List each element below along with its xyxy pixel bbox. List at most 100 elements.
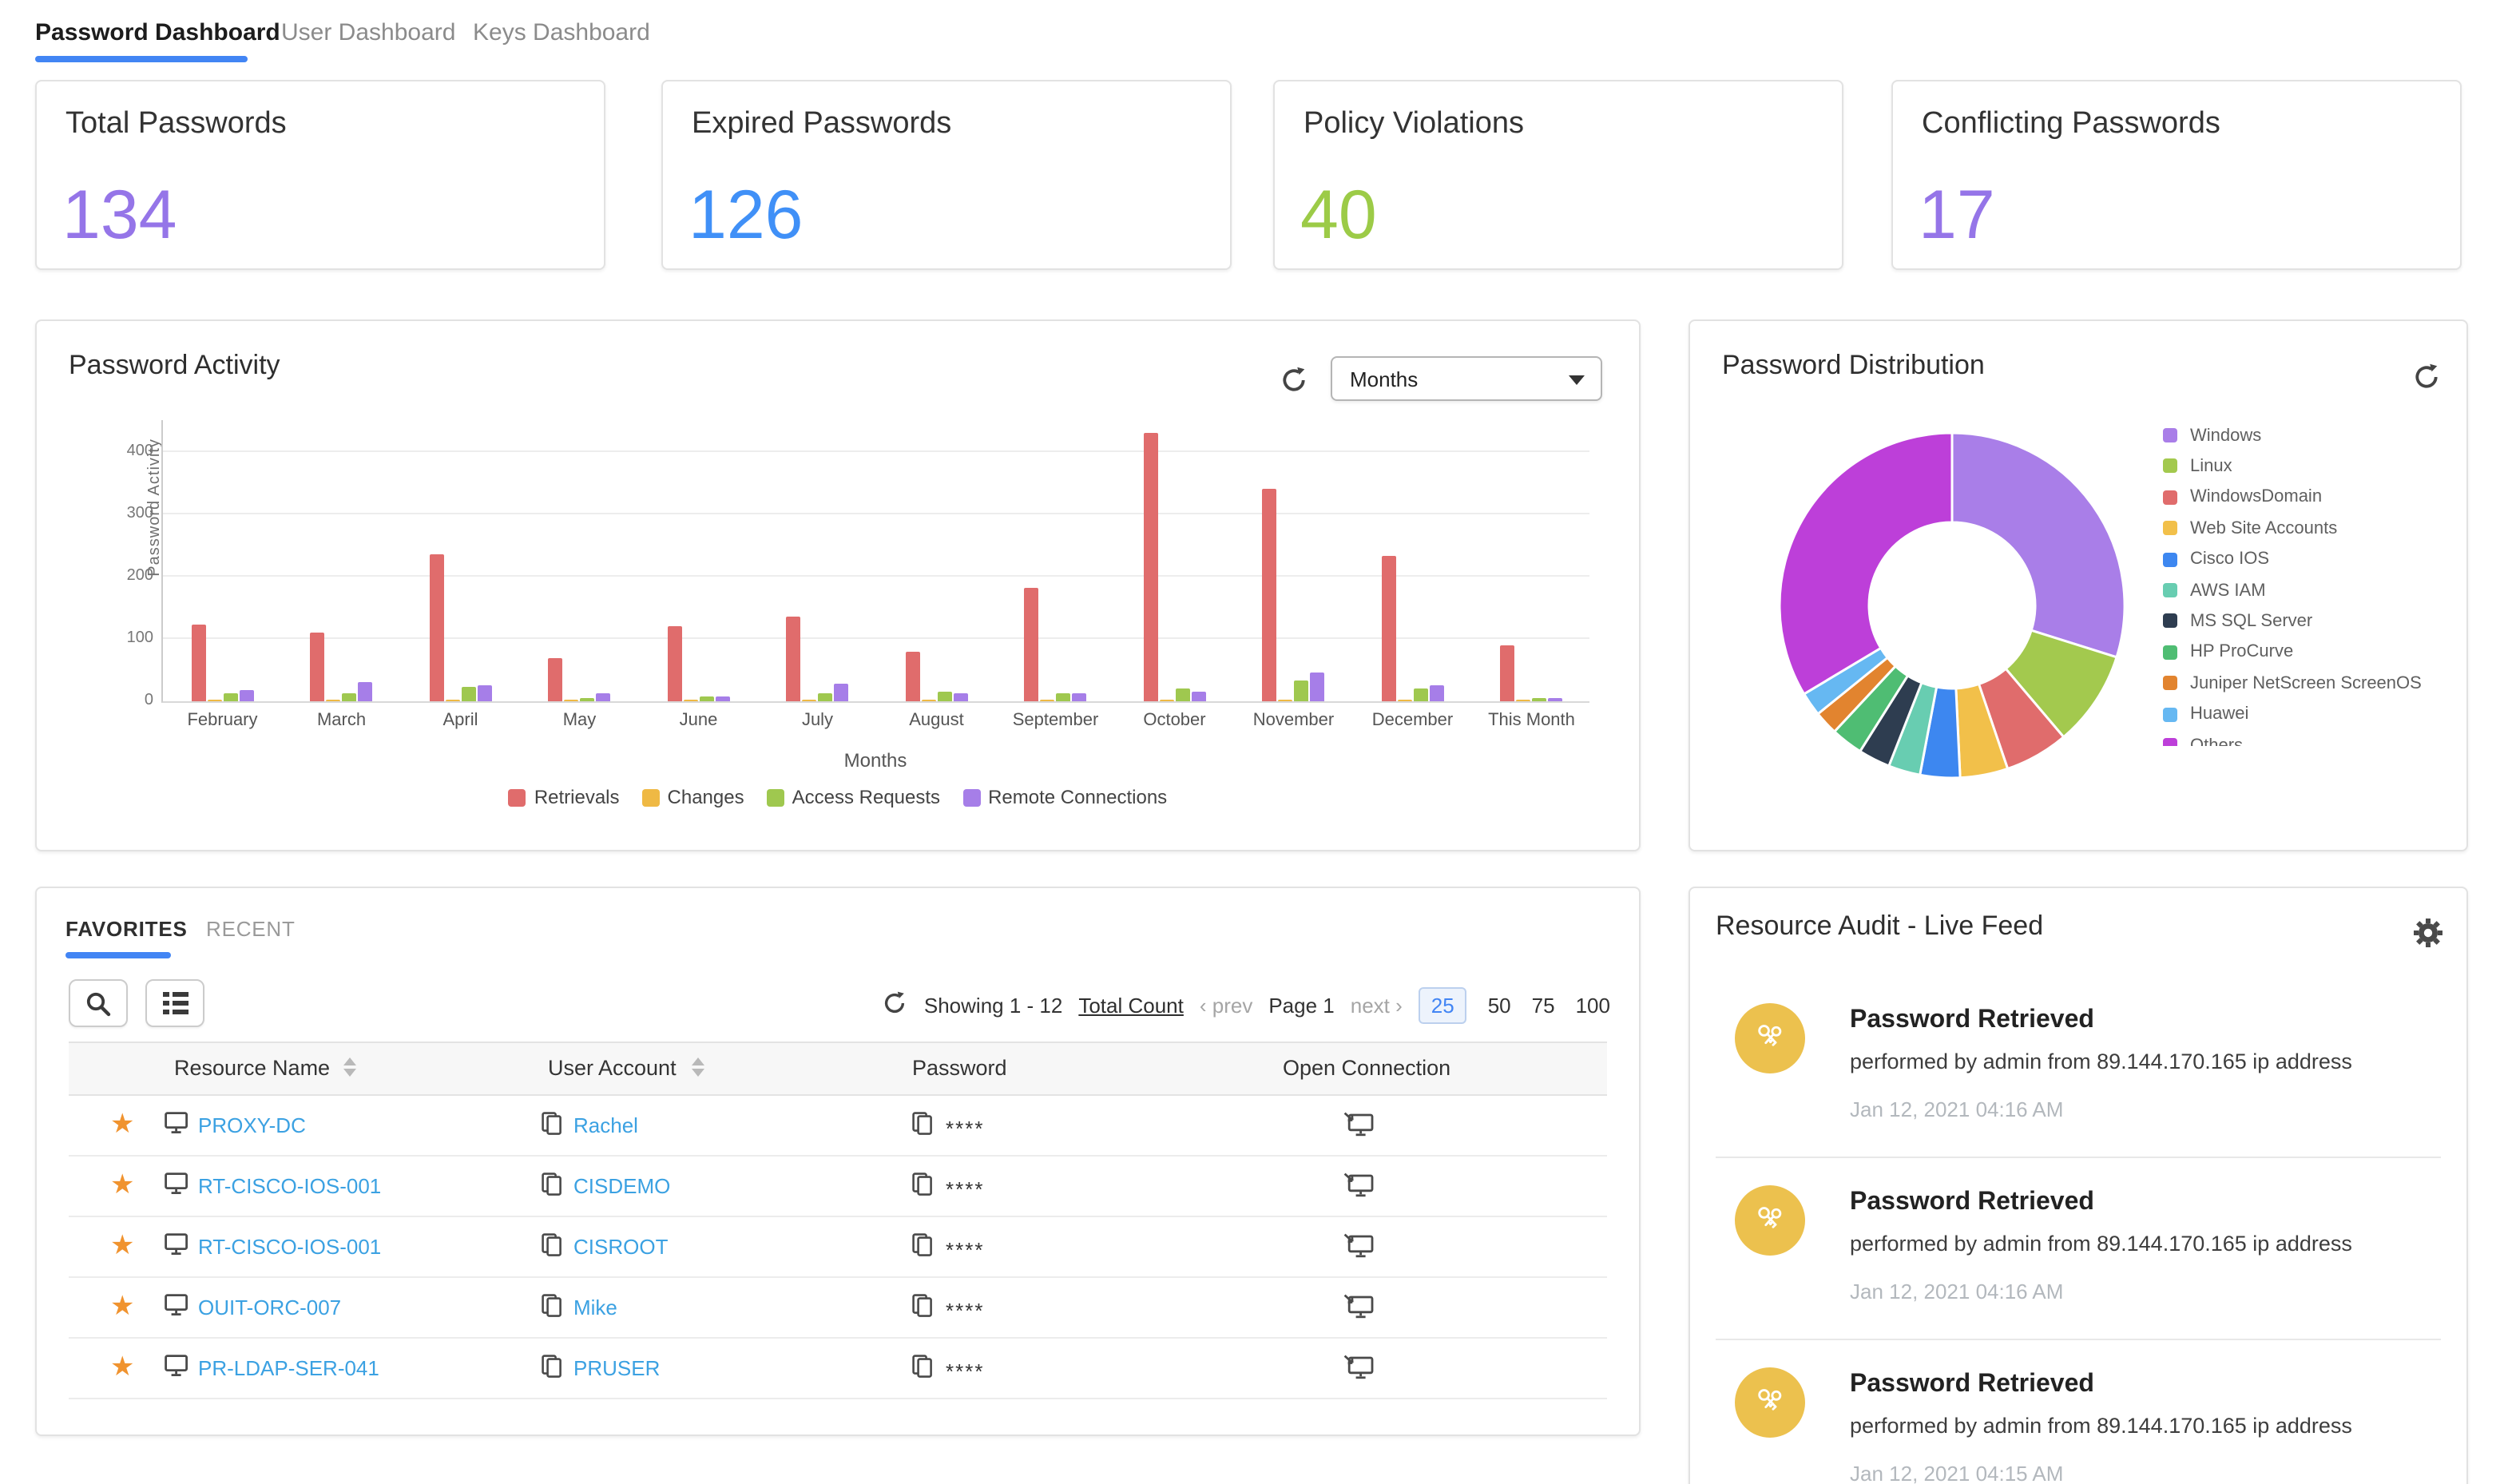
bar-retrievals[interactable] bbox=[786, 617, 801, 701]
page-size-75[interactable]: 75 bbox=[1532, 994, 1555, 1018]
bar-changes[interactable] bbox=[1278, 700, 1293, 701]
bar-retrievals[interactable] bbox=[1262, 489, 1277, 701]
copy-document-icon[interactable] bbox=[912, 1294, 933, 1326]
user-account-link[interactable]: CISROOT bbox=[573, 1235, 668, 1259]
distribution-legend-item-aws-iam[interactable]: AWS IAM bbox=[2163, 575, 2266, 605]
fav-tab-favorites[interactable]: FAVORITES bbox=[65, 917, 188, 941]
distribution-legend-item-cisco-ios[interactable]: Cisco IOS bbox=[2163, 544, 2269, 574]
sort-icon[interactable] bbox=[343, 1057, 356, 1077]
bar-access-requests[interactable] bbox=[223, 692, 238, 701]
bar-retrievals[interactable] bbox=[429, 554, 444, 701]
next-button[interactable]: next › bbox=[1351, 994, 1403, 1018]
donut-slice-windows[interactable] bbox=[1950, 431, 2126, 659]
distribution-legend-item-hp-procurve[interactable]: HP ProCurve bbox=[2163, 637, 2293, 668]
bar-remote-connections[interactable] bbox=[1548, 698, 1563, 701]
legend-item-remote-connections[interactable]: Remote Connections bbox=[962, 786, 1167, 808]
prev-button[interactable]: ‹ prev bbox=[1200, 994, 1252, 1018]
search-button[interactable] bbox=[69, 979, 128, 1027]
copy-document-icon[interactable] bbox=[542, 1294, 562, 1326]
bar-changes[interactable] bbox=[1516, 700, 1531, 701]
distribution-legend-item-ms-sql-server[interactable]: MS SQL Server bbox=[2163, 606, 2312, 637]
legend-item-changes[interactable]: Changes bbox=[641, 786, 744, 808]
bar-access-requests[interactable] bbox=[342, 693, 357, 701]
donut-slice-others[interactable] bbox=[1778, 431, 1954, 696]
bar-access-requests[interactable] bbox=[580, 698, 595, 701]
column-chooser-button[interactable] bbox=[145, 979, 204, 1027]
bar-remote-connections[interactable] bbox=[715, 696, 730, 701]
bar-access-requests[interactable] bbox=[1056, 692, 1071, 701]
legend-item-retrievals[interactable]: Retrievals bbox=[508, 786, 620, 808]
bar-access-requests[interactable] bbox=[937, 692, 952, 701]
bar-changes[interactable] bbox=[683, 700, 698, 701]
distribution-legend-item-huawei[interactable]: Huawei bbox=[2163, 699, 2248, 729]
bar-changes[interactable] bbox=[1159, 700, 1174, 701]
tab-password-dashboard[interactable]: Password Dashboard bbox=[35, 19, 280, 46]
refresh-icon[interactable] bbox=[1280, 366, 1308, 403]
bar-remote-connections[interactable] bbox=[477, 684, 492, 701]
tab-user-dashboard[interactable]: User Dashboard bbox=[281, 19, 455, 46]
bar-retrievals[interactable] bbox=[548, 657, 563, 701]
page-size-25[interactable]: 25 bbox=[1418, 987, 1467, 1024]
user-account-link[interactable]: PRUSER bbox=[573, 1356, 660, 1380]
copy-document-icon[interactable] bbox=[912, 1355, 933, 1387]
distribution-legend-item-linux[interactable]: Linux bbox=[2163, 451, 2232, 482]
gear-icon[interactable] bbox=[2412, 917, 2444, 957]
bar-retrievals[interactable] bbox=[667, 626, 682, 701]
bar-changes[interactable] bbox=[802, 700, 817, 701]
bar-changes[interactable] bbox=[445, 700, 460, 701]
distribution-legend-item-windowsdomain[interactable]: WindowsDomain bbox=[2163, 482, 2322, 513]
bar-retrievals[interactable] bbox=[310, 633, 325, 701]
total-count-link[interactable]: Total Count bbox=[1078, 994, 1184, 1018]
open-connection-icon[interactable] bbox=[1343, 1233, 1374, 1267]
col-resource-name[interactable]: Resource Name bbox=[174, 1056, 330, 1080]
favorite-star-icon[interactable]: ★ bbox=[110, 1291, 135, 1323]
resource-name-link[interactable]: RT-CISCO-IOS-001 bbox=[198, 1174, 381, 1198]
bar-remote-connections[interactable] bbox=[834, 684, 849, 701]
bar-changes[interactable] bbox=[1040, 700, 1055, 701]
bar-retrievals[interactable] bbox=[1381, 556, 1396, 701]
favorite-star-icon[interactable]: ★ bbox=[110, 1169, 135, 1201]
bar-access-requests[interactable] bbox=[461, 687, 476, 701]
refresh-icon[interactable] bbox=[883, 990, 908, 1021]
distribution-legend-item-juniper-netscreen-screenos[interactable]: Juniper NetScreen ScreenOS bbox=[2163, 668, 2422, 698]
bar-remote-connections[interactable] bbox=[358, 682, 373, 701]
favorite-star-icon[interactable]: ★ bbox=[110, 1351, 135, 1383]
bar-retrievals[interactable] bbox=[1143, 433, 1158, 701]
user-account-link[interactable]: Mike bbox=[573, 1296, 617, 1319]
fav-tab-recent[interactable]: RECENT bbox=[206, 917, 296, 941]
bar-access-requests[interactable] bbox=[1175, 688, 1190, 701]
period-select[interactable]: Months bbox=[1331, 356, 1602, 401]
favorite-star-icon[interactable]: ★ bbox=[110, 1230, 135, 1262]
bar-remote-connections[interactable] bbox=[1072, 693, 1087, 701]
copy-document-icon[interactable] bbox=[542, 1112, 562, 1144]
resource-name-link[interactable]: OUIT-ORC-007 bbox=[198, 1296, 341, 1319]
copy-document-icon[interactable] bbox=[912, 1173, 933, 1204]
tab-keys-dashboard[interactable]: Keys Dashboard bbox=[473, 19, 650, 46]
resource-name-link[interactable]: PR-LDAP-SER-041 bbox=[198, 1356, 379, 1380]
favorite-star-icon[interactable]: ★ bbox=[110, 1109, 135, 1141]
bar-remote-connections[interactable] bbox=[1429, 684, 1444, 701]
bar-retrievals[interactable] bbox=[1024, 588, 1039, 701]
page-size-50[interactable]: 50 bbox=[1488, 994, 1511, 1018]
bar-retrievals[interactable] bbox=[191, 625, 206, 701]
user-account-link[interactable]: Rachel bbox=[573, 1113, 638, 1137]
sort-icon[interactable] bbox=[692, 1057, 704, 1077]
copy-document-icon[interactable] bbox=[542, 1173, 562, 1204]
bar-access-requests[interactable] bbox=[1294, 680, 1309, 701]
distribution-legend-item-web-site-accounts[interactable]: Web Site Accounts bbox=[2163, 513, 2337, 543]
bar-access-requests[interactable] bbox=[818, 692, 833, 701]
bar-remote-connections[interactable] bbox=[596, 692, 611, 701]
bar-remote-connections[interactable] bbox=[1191, 692, 1206, 701]
open-connection-icon[interactable] bbox=[1343, 1355, 1374, 1388]
bar-remote-connections[interactable] bbox=[1310, 673, 1325, 701]
open-connection-icon[interactable] bbox=[1343, 1112, 1374, 1145]
col-user-account[interactable]: User Account bbox=[548, 1056, 677, 1080]
user-account-link[interactable]: CISDEMO bbox=[573, 1174, 670, 1198]
copy-document-icon[interactable] bbox=[912, 1112, 933, 1144]
refresh-icon[interactable] bbox=[2412, 363, 2441, 399]
bar-access-requests[interactable] bbox=[699, 696, 714, 701]
bar-changes[interactable] bbox=[326, 700, 341, 701]
distribution-legend-item-others[interactable]: Others bbox=[2163, 730, 2243, 746]
bar-changes[interactable] bbox=[921, 700, 936, 701]
open-connection-icon[interactable] bbox=[1343, 1294, 1374, 1327]
